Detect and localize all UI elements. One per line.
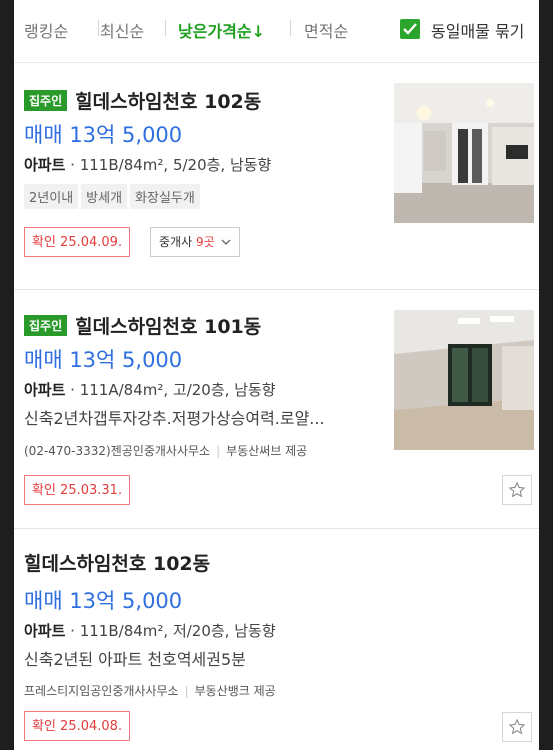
sort-divider <box>98 20 99 36</box>
sort-area[interactable]: 면적순 <box>304 18 348 42</box>
listing-title: 힐데스하임천호 102동 <box>24 553 211 575</box>
agency-divider: | <box>216 444 221 458</box>
listing-type: 아파트 <box>24 622 66 640</box>
listing-type: 아파트 <box>24 381 66 399</box>
listing-type: 아파트 <box>24 156 66 174</box>
listing-spec-detail: 111B/84m², 저/20층, 남동향 <box>79 622 276 640</box>
listing-card[interactable]: 집주인 힐데스하임천호 102동 매매 13억 5,000 아파트 · 111B/… <box>14 63 539 290</box>
listing-spec: 아파트 · 111A/84m², 고/20층, 남동향 <box>24 381 276 399</box>
sort-divider <box>165 20 166 36</box>
check-icon <box>403 23 417 35</box>
listing-title-row: 집주인 힐데스하임천호 101동 <box>24 312 261 339</box>
listing-title-row: 집주인 힐데스하임천호 102동 <box>24 87 261 114</box>
group-same-listing-label[interactable]: 동일매물 묶기 <box>431 18 524 42</box>
listing-spec-detail: 111A/84m², 고/20층, 남동향 <box>79 381 276 399</box>
listing-description: 신축2년된 아파트 천호역세권5분 <box>24 650 246 669</box>
sort-bar: 랭킹순 최신순 낮은가격순↓ 면적순 동일매물 묶기 <box>14 0 539 63</box>
agency-divider: | <box>184 684 189 698</box>
verified-date: 확인 25.04.08. <box>24 711 131 741</box>
sort-ranking[interactable]: 랭킹순 <box>24 18 68 42</box>
listing-panel: 랭킹순 최신순 낮은가격순↓ 면적순 동일매물 묶기 집주인힐데스하임천호 10… <box>14 0 539 750</box>
listing-title: 힐데스하임천호 101동 <box>75 316 262 338</box>
listing-card[interactable]: 집주인 힐데스하임천호 101동 매매 13억 5,000 아파트 · 111A/… <box>14 290 539 529</box>
favorite-button[interactable] <box>502 475 532 505</box>
listing-card[interactable]: 힐데스하임천호 102동 매매 13억 5,000 아파트 · 111B/84m… <box>14 529 539 750</box>
agency-info: (02-470-3332)젠공인중개사사무소 | 부동산써브 제공 <box>24 442 307 459</box>
agency-count: 9곳 <box>195 235 215 249</box>
group-same-listing-checkbox[interactable] <box>400 19 420 39</box>
listing-photo[interactable] <box>394 83 534 223</box>
favorite-button[interactable] <box>502 712 532 742</box>
sort-divider <box>290 20 291 36</box>
feature-tag: 화장실두개 <box>130 184 200 209</box>
feature-tag: 2년이내 <box>24 184 79 209</box>
sort-latest[interactable]: 최신순 <box>100 18 144 42</box>
listing-price: 매매 13억 5,000 <box>24 589 183 613</box>
verified-date: 확인 25.03.31. <box>24 475 131 505</box>
agency-name: 프레스티지임공인중개사사무소 <box>24 684 179 698</box>
star-icon <box>508 718 526 735</box>
feature-tag: 방세개 <box>81 184 128 209</box>
sort-lowest-price[interactable]: 낮은가격순↓ <box>178 18 265 42</box>
data-provider: 부동산뱅크 제공 <box>194 684 276 698</box>
listing-price: 매매 13억 5,000 <box>24 123 183 147</box>
chevron-down-icon <box>221 239 231 245</box>
interior-photo-image <box>394 83 534 223</box>
agency-dropdown-button[interactable]: 중개사 9곳 <box>150 227 241 257</box>
agency-name: (02-470-3332)젠공인중개사사무소 <box>24 444 211 458</box>
listing-title: 힐데스하임천호 102동 <box>75 91 262 113</box>
agency-info: 프레스티지임공인중개사사무소 | 부동산뱅크 제공 <box>24 682 276 699</box>
listing-price: 매매 13억 5,000 <box>24 348 183 372</box>
listing-tags: 2년이내 방세개 화장실두개 <box>24 184 203 209</box>
data-provider: 부동산써브 제공 <box>226 444 308 458</box>
listing-spec: 아파트 · 111B/84m², 5/20층, 남동향 <box>24 156 272 174</box>
owner-badge: 집주인 <box>24 90 68 111</box>
listing-description: 신축2년차갭투자강추.저평가상승여력.로얄... <box>24 409 325 428</box>
listing-photo[interactable] <box>394 310 534 450</box>
listing-spec: 아파트 · 111B/84m², 저/20층, 남동향 <box>24 622 276 640</box>
agency-label: 중개사 <box>159 235 196 249</box>
star-icon <box>508 481 526 498</box>
verified-date: 확인 25.04.09. <box>24 227 131 257</box>
owner-badge: 집주인 <box>24 315 68 336</box>
interior-photo-image <box>394 310 534 450</box>
listing-spec-detail: 111B/84m², 5/20층, 남동향 <box>79 156 272 174</box>
